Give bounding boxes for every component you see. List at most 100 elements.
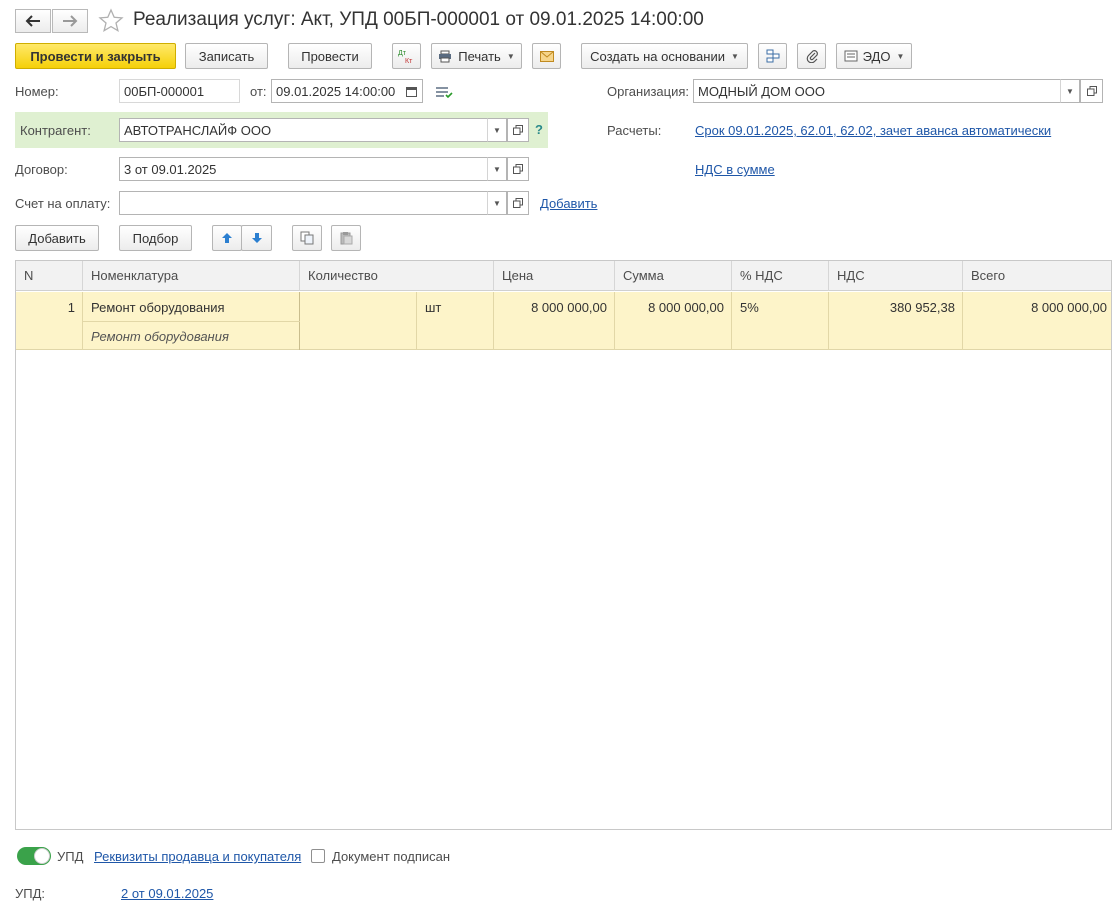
invoice-add-link[interactable]: Добавить <box>540 196 597 211</box>
number-field[interactable]: 00БП-000001 <box>119 79 240 103</box>
cell-divider <box>300 292 417 350</box>
send-email-button[interactable] <box>532 43 561 69</box>
paste-row-button[interactable] <box>331 225 361 251</box>
edo-button[interactable]: ЭДО ▼ <box>836 43 912 69</box>
chevron-down-icon: ▼ <box>493 164 501 174</box>
document-signed-checkbox[interactable] <box>311 849 325 863</box>
create-based-on-label: Создать на основании <box>590 48 725 64</box>
col-header-total[interactable]: Всего <box>963 261 1111 291</box>
open-window-icon <box>1086 86 1097 96</box>
post-and-close-button[interactable]: Провести и закрыть <box>15 43 176 69</box>
attach-file-button[interactable] <box>797 43 826 69</box>
counterparty-field[interactable]: АВТОТРАНСЛАЙФ ООО <box>119 118 488 142</box>
upd-toggle[interactable] <box>17 847 51 865</box>
copy-row-button[interactable] <box>292 225 322 251</box>
row-number: 1 <box>67 300 75 315</box>
row-item-content[interactable]: Ремонт оборудования <box>91 329 229 344</box>
dt-kt-button[interactable]: Дт Кт <box>392 43 421 69</box>
col-header-n[interactable]: N <box>16 261 83 291</box>
edo-icon <box>844 50 858 62</box>
upd-toggle-label: УПД <box>57 849 84 864</box>
paperclip-icon <box>806 50 818 63</box>
contract-dropdown[interactable]: ▼ <box>487 157 507 181</box>
col-header-vat-rate[interactable]: % НДС <box>732 261 829 291</box>
save-button[interactable]: Записать <box>185 43 268 69</box>
copy-icon <box>300 231 314 245</box>
chevron-down-icon: ▼ <box>1066 86 1074 96</box>
chevron-down-icon: ▼ <box>896 51 905 61</box>
organization-dropdown[interactable]: ▼ <box>1060 79 1080 103</box>
document-signed-label: Документ подписан <box>332 849 451 864</box>
upd-link[interactable]: 2 от 09.01.2025 <box>121 886 213 901</box>
date-field[interactable]: 09.01.2025 14:00:00 <box>271 79 402 103</box>
contract-open-button[interactable] <box>507 157 529 181</box>
toggle-knob <box>34 848 50 864</box>
counterparty-label: Контрагент: <box>20 123 91 138</box>
row-vat[interactable]: 380 952,38 <box>829 300 955 315</box>
arrow-right-icon <box>63 15 78 27</box>
print-label: Печать <box>458 48 501 64</box>
add-row-button[interactable]: Добавить <box>15 225 99 251</box>
chevron-down-icon: ▼ <box>730 51 739 61</box>
move-down-button[interactable] <box>241 225 272 251</box>
col-header-sum[interactable]: Сумма <box>615 261 732 291</box>
invoice-open-button[interactable] <box>507 191 529 215</box>
help-icon[interactable]: ? <box>535 122 543 137</box>
arrow-down-icon <box>251 233 262 243</box>
invoice-label: Счет на оплату: <box>15 196 111 211</box>
cell-divider <box>83 321 300 322</box>
settlements-label: Расчеты: <box>607 123 662 138</box>
table-header: N Номенклатура Количество Цена Сумма % Н… <box>16 261 1111 291</box>
row-item[interactable]: Ремонт оборудования <box>91 300 225 315</box>
document-structure-icon <box>766 49 779 63</box>
contract-label: Договор: <box>15 162 68 177</box>
organization-label: Организация: <box>607 84 690 99</box>
svg-text:Дт: Дт <box>398 50 407 57</box>
arrow-left-icon <box>25 15 40 27</box>
upd-label: УПД: <box>15 886 46 901</box>
printer-icon <box>439 50 452 62</box>
favorite-star-icon[interactable] <box>98 8 124 37</box>
number-label: Номер: <box>15 84 59 99</box>
invoice-dropdown[interactable]: ▼ <box>487 191 507 215</box>
row-vat-rate[interactable]: 5% <box>740 300 759 315</box>
row-unit[interactable]: шт <box>425 300 441 315</box>
refresh-number-icon[interactable] <box>435 85 453 102</box>
col-header-vat[interactable]: НДС <box>829 261 963 291</box>
organization-open-button[interactable] <box>1080 79 1103 103</box>
structure-button[interactable] <box>758 43 787 69</box>
row-total[interactable]: 8 000 000,00 <box>963 300 1107 315</box>
counterparty-open-button[interactable] <box>507 118 529 142</box>
contract-field[interactable]: 3 от 09.01.2025 <box>119 157 488 181</box>
dt-kt-icon: Дт Кт <box>398 50 413 65</box>
settlements-link[interactable]: Срок 09.01.2025, 62.01, 62.02, зачет ава… <box>695 123 1051 138</box>
invoice-field[interactable] <box>119 191 488 215</box>
svg-text:Кт: Кт <box>405 58 413 65</box>
col-header-quantity[interactable]: Количество <box>300 261 494 291</box>
table-row[interactable]: 1 Ремонт оборудования Ремонт оборудовани… <box>16 292 1111 350</box>
row-price[interactable]: 8 000 000,00 <box>494 300 607 315</box>
post-button[interactable]: Провести <box>288 43 372 69</box>
chevron-down-icon: ▼ <box>493 125 501 135</box>
col-header-price[interactable]: Цена <box>494 261 615 291</box>
services-table[interactable]: N Номенклатура Количество Цена Сумма % Н… <box>15 260 1112 830</box>
counterparty-dropdown[interactable]: ▼ <box>487 118 507 142</box>
row-sum[interactable]: 8 000 000,00 <box>615 300 724 315</box>
calendar-button[interactable] <box>401 79 423 103</box>
envelope-icon <box>539 50 554 62</box>
pick-button[interactable]: Подбор <box>119 225 192 251</box>
organization-field[interactable]: МОДНЫЙ ДОМ ООО <box>693 79 1061 103</box>
page-title: Реализация услуг: Акт, УПД 00БП-000001 о… <box>133 9 704 30</box>
arrow-up-icon <box>222 233 232 243</box>
vat-in-sum-link[interactable]: НДС в сумме <box>695 162 775 177</box>
create-based-on-button[interactable]: Создать на основании ▼ <box>581 43 748 69</box>
back-button[interactable] <box>15 9 51 33</box>
open-window-icon <box>513 198 523 208</box>
col-header-item[interactable]: Номенклатура <box>83 261 300 291</box>
forward-button[interactable] <box>52 9 88 33</box>
requisites-link[interactable]: Реквизиты продавца и покупателя <box>94 849 301 864</box>
print-button[interactable]: Печать ▼ <box>431 43 522 69</box>
open-window-icon <box>513 164 523 174</box>
edo-label: ЭДО <box>862 48 891 64</box>
move-up-button[interactable] <box>212 225 242 251</box>
